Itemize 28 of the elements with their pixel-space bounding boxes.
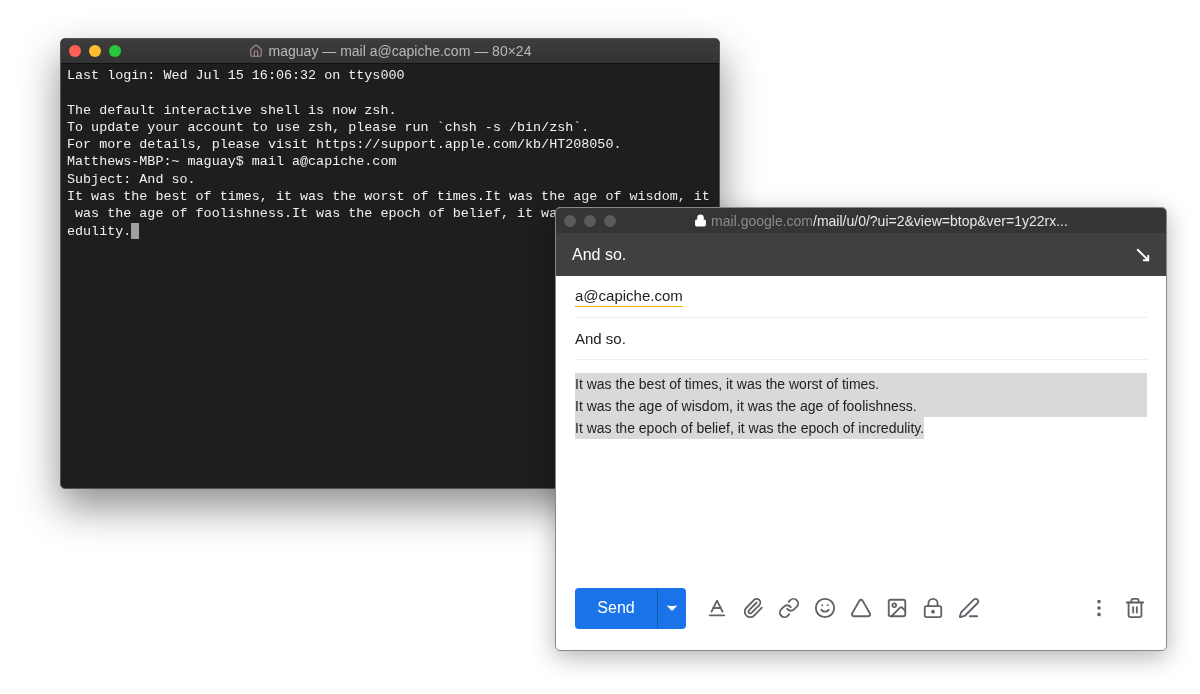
subject-field[interactable]: And so. — [575, 330, 626, 347]
recipient-field[interactable]: a@capiche.com — [575, 286, 683, 307]
triangle-icon[interactable] — [850, 597, 872, 619]
message-body[interactable]: It was the best of times, it was the worst of times. It was the age of wisdom, it was the age of foolishness. It was the epoch of belief, it was the epoch of incredulity. — [556, 360, 1166, 576]
paperclip-icon[interactable] — [742, 597, 764, 619]
window-title: maguay — mail a@capiche.com — 80×24 — [268, 43, 532, 59]
terminal-line: Last login: Wed Jul 15 16:06:32 on ttys000 — [67, 67, 405, 85]
url-text: mail.google.com/mail/u/0/?ui=2&view=btop&ver=1y22rx... — [711, 212, 1068, 229]
trash-icon[interactable] — [1124, 597, 1146, 619]
maximize-icon[interactable] — [109, 45, 121, 57]
terminal-line: To update your account to use zsh, please run `chsh -s /bin/zsh`. — [67, 118, 590, 137]
compose-title: And so. — [572, 245, 627, 264]
house-icon — [248, 44, 263, 58]
smiley-icon[interactable] — [814, 597, 836, 619]
pen-icon[interactable] — [958, 597, 980, 619]
terminal-line: edulity. — [67, 222, 132, 240]
image-icon[interactable] — [886, 597, 908, 619]
terminal-line: Matthews-MBP:~ maguay$ mail a@capiche.com — [67, 153, 397, 171]
text-cursor — [131, 223, 140, 240]
link-icon[interactable] — [778, 597, 800, 619]
terminal-line: The default interactive shell is now zsh. — [67, 101, 397, 119]
lock-icon — [694, 214, 708, 227]
minimize-icon[interactable] — [89, 45, 101, 57]
text-format-icon[interactable] — [706, 597, 728, 619]
close-icon[interactable] — [69, 45, 81, 57]
terminal-line: For more details, please visit https://support.apple.com/kb/HT208050. — [67, 136, 622, 154]
terminal-line: Subject: And so. — [67, 170, 196, 189]
terminal-line: It was the best of times, it was the worst of times.It was the age of wisdom, it — [67, 188, 710, 206]
